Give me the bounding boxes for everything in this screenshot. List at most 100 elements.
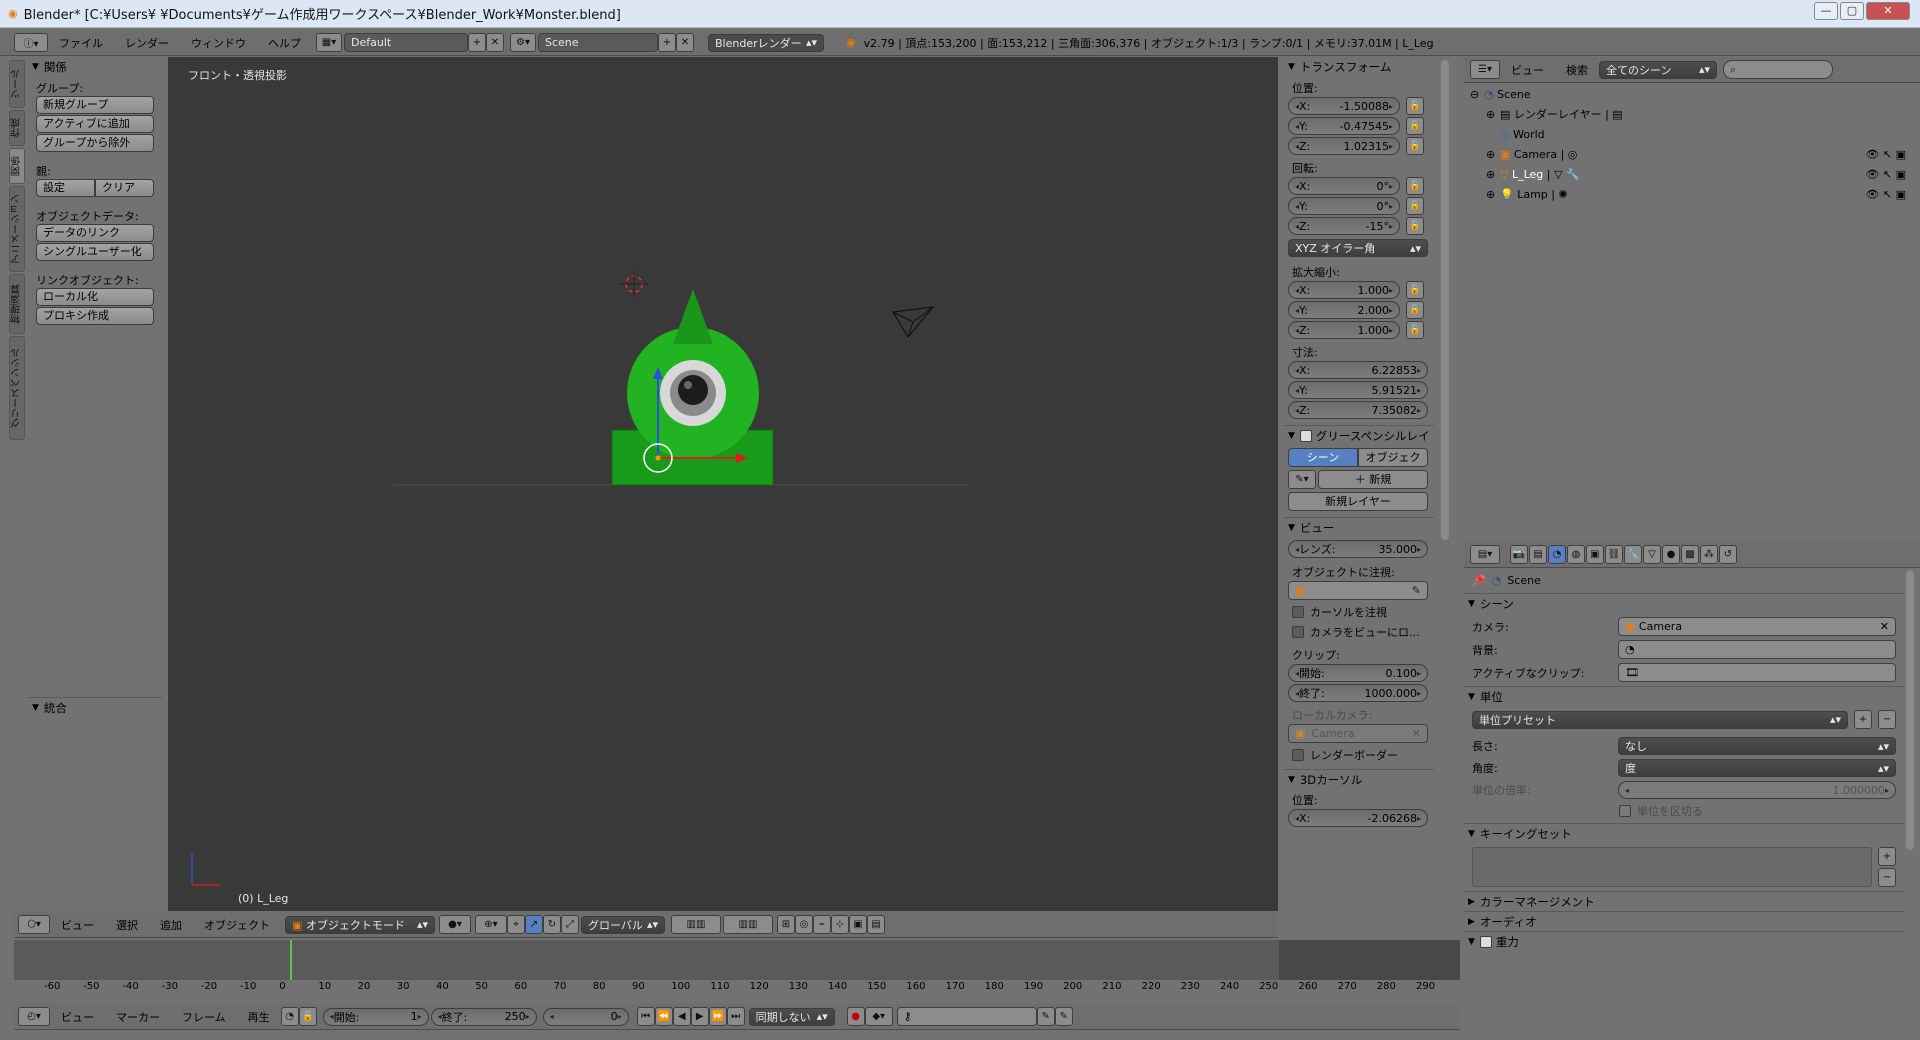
tree-item-render-layers[interactable]: ⊕ ▤ レンダーレイヤー | ▤ [1464, 104, 1920, 124]
length-unit-select[interactable]: なし ▴▾ [1618, 737, 1896, 755]
sync-select[interactable]: 同期しない ▴▾ [748, 1007, 835, 1026]
lock-cursor-checkbox[interactable] [1292, 606, 1304, 618]
lens-field[interactable]: ◂ レンズ: 35.000 ▸ [1288, 540, 1428, 558]
material-tab-icon[interactable]: ● [1662, 545, 1680, 564]
jump-end-icon[interactable]: ⏭ [726, 1007, 745, 1026]
constraints-tab-icon[interactable]: ⛓ [1605, 545, 1623, 564]
object-tab-icon[interactable]: ▣ [1586, 545, 1604, 564]
maximize-button[interactable]: ▢ [1840, 2, 1864, 20]
add-keying-set-icon[interactable]: + [1878, 847, 1896, 866]
rotation-z-field[interactable]: ◂ Z: -15° ▸ [1288, 217, 1400, 235]
modifiers-tab-icon[interactable]: 🔧 [1624, 545, 1642, 564]
remove-from-group-button[interactable]: グループから除外 [36, 134, 154, 152]
lock-icon[interactable]: 🔓 [1406, 137, 1424, 155]
single-user-button[interactable]: シングルユーザー化 [36, 243, 154, 261]
current-frame-field[interactable]: ◂ 0 ▸ [542, 1007, 629, 1026]
lock-icon[interactable]: 🔓 [1406, 217, 1424, 235]
parent-clear-button[interactable]: クリア [95, 179, 154, 197]
unit-scale-field[interactable]: ◂ 1.000000 ▸ [1618, 781, 1896, 799]
scene-field[interactable]: Scene [538, 33, 658, 52]
data-tab-icon[interactable]: ▽ [1643, 545, 1661, 564]
tree-item-camera[interactable]: ⊕ ▣ Camera | ◎ 👁 ↖ ▣ [1464, 144, 1920, 164]
snap-target-icon[interactable]: ⊹ [831, 915, 849, 934]
background-set-field[interactable]: ◔ [1618, 640, 1896, 659]
pin-icon[interactable]: 📌 [1472, 574, 1486, 587]
render-layers-tab-icon[interactable]: ▤ [1529, 545, 1547, 564]
angle-unit-select[interactable]: 度 ▴▾ [1618, 759, 1896, 777]
tab-relations[interactable]: 関係 [9, 148, 25, 184]
orientation-select[interactable]: グローバル ▴▾ [581, 915, 665, 934]
tree-item-scene[interactable]: ⊖ ◔ Scene [1464, 84, 1920, 104]
editor-type-icon[interactable]: ☰▾ [1470, 60, 1500, 79]
lock-icon[interactable]: 🔓 [1406, 321, 1424, 339]
tree-item-lamp[interactable]: ⊕ 💡 Lamp | ✺ 👁 ↖ ▣ [1464, 184, 1920, 204]
parent-set-button[interactable]: 設定 [36, 179, 95, 197]
gp-pencil-icon[interactable]: ✎▾ [1288, 470, 1316, 489]
rotation-x-field[interactable]: ◂ X: 0° ▸ [1288, 177, 1400, 195]
scale-y-field[interactable]: ◂ Y: 2.000 ▸ [1288, 301, 1400, 319]
preview-range-icon[interactable]: ◔ [280, 1007, 299, 1026]
grease-pencil-checkbox[interactable] [1299, 429, 1312, 442]
prev-key-icon[interactable]: ⏪ [654, 1007, 673, 1026]
visibility-icon[interactable]: 👁 ↖ ▣ [1865, 148, 1906, 161]
insert-key-icon[interactable]: ✎ [1036, 1007, 1055, 1026]
physics-tab-icon[interactable]: ↺ [1719, 545, 1737, 564]
layers-grid-icon[interactable]: ▥▥ [671, 915, 721, 934]
gp-scene-toggle[interactable]: シーン [1288, 448, 1358, 467]
record-icon[interactable]: ● [846, 1007, 865, 1026]
lock-icon[interactable]: 🔓 [1406, 177, 1424, 195]
lock-icon[interactable]: 🔓 [1406, 197, 1424, 215]
minimize-button[interactable]: — [1814, 2, 1838, 20]
make-proxy-button[interactable]: プロキシ作成 [36, 307, 154, 325]
lock-icon[interactable]: 🔓 [1406, 97, 1424, 115]
render-preview-icon[interactable]: ▣ [849, 915, 867, 934]
lock-range-icon[interactable]: 🔒 [298, 1007, 317, 1026]
local-camera-field[interactable]: ▣ Camera ✕ [1288, 724, 1428, 743]
link-data-button[interactable]: データのリンク [36, 224, 154, 242]
world-tab-icon[interactable]: ◍ [1567, 545, 1585, 564]
gravity-panel-header[interactable]: ▼ 重力 [1464, 931, 1904, 951]
remove-layout-icon[interactable]: ✕ [486, 33, 504, 52]
remove-preset-icon[interactable]: − [1878, 710, 1896, 729]
tree-item-world[interactable]: ◍ World [1464, 124, 1920, 144]
dimension-x-field[interactable]: ◂ X: 6.22853 ▸ [1288, 361, 1428, 379]
clip-end-field[interactable]: ◂ 終了: 1000.000 ▸ [1288, 684, 1428, 702]
start-frame-field[interactable]: ◂ 開始: 1 ▸ [322, 1007, 429, 1026]
transform-panel-header[interactable]: ▼ トランスフォーム [1284, 57, 1434, 77]
layers-grid-icon[interactable]: ▥▥ [723, 915, 773, 934]
layout-field[interactable]: Default [344, 33, 468, 52]
view-panel-header[interactable]: ▼ ビュー [1284, 517, 1434, 537]
menu-object[interactable]: オブジェクト [193, 917, 281, 933]
3d-viewport[interactable]: フロント・透視投影 (0) L_Leg [168, 57, 1278, 911]
menu-view[interactable]: ビュー [1500, 62, 1555, 78]
delete-key-icon[interactable]: ✎ [1054, 1007, 1073, 1026]
tab-create[interactable]: 作成 [9, 110, 25, 146]
menu-view[interactable]: ビュー [50, 917, 105, 933]
menu-file[interactable]: ファイル [48, 35, 114, 51]
menu-select[interactable]: 選択 [105, 917, 149, 933]
grease-pencil-panel-header[interactable]: ▼ グリースペンシルレイ [1284, 425, 1434, 445]
rotate-icon[interactable]: ↻ [543, 915, 561, 934]
proportional-edit-icon[interactable]: ◎ [795, 915, 813, 934]
add-scene-icon[interactable]: + [658, 33, 676, 52]
texture-tab-icon[interactable]: ▩ [1681, 545, 1699, 564]
render-anim-icon[interactable]: ▤ [867, 915, 885, 934]
3d-cursor-panel-header[interactable]: ▼ 3Dカーソル [1284, 769, 1434, 789]
relations-panel-header[interactable]: ▼ 関係 [28, 57, 162, 77]
scene-icon[interactable]: ⚙▾ [510, 33, 536, 52]
menu-playback[interactable]: 再生 [237, 1009, 281, 1025]
dimension-z-field[interactable]: ◂ Z: 7.35082 ▸ [1288, 401, 1428, 419]
menu-marker[interactable]: マーカー [105, 1009, 171, 1025]
menu-view[interactable]: ビュー [50, 1009, 105, 1025]
lock-icon[interactable]: 🔓 [1406, 281, 1424, 299]
scale-icon[interactable]: ⤢ [561, 915, 579, 934]
mode-select[interactable]: ▣ オブジェクトモード ▴▾ [285, 915, 435, 934]
layer-lock-icon[interactable]: ⊞ [777, 915, 795, 934]
color-management-panel-header[interactable]: ▶ カラーマネージメント [1464, 891, 1904, 911]
properties-scrollbar[interactable] [1906, 570, 1914, 850]
tree-item-l-leg[interactable]: ⊕ ▽ L_Leg | ▽ 🔧 👁 ↖ ▣ [1464, 164, 1920, 184]
close-button[interactable]: ✕ [1866, 2, 1910, 20]
scale-x-field[interactable]: ◂ X: 1.000 ▸ [1288, 281, 1400, 299]
editor-type-icon[interactable]: ⓘ▾ [14, 33, 48, 52]
lock-object-field[interactable]: ▣ ✎ [1288, 581, 1428, 600]
